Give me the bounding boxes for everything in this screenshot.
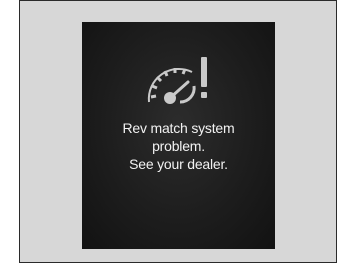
warning-message-line-3: See your dealer. (129, 156, 228, 172)
warning-message-line-1: Rev match system (122, 120, 235, 136)
warning-message-line-2: problem. (152, 138, 205, 154)
warning-message: Rev match system problem. See your deale… (82, 119, 275, 173)
rev-match-warning-icon (147, 57, 207, 104)
illustration-frame: Rev match system problem. See your deale… (19, 0, 337, 263)
warning-icon-area (82, 52, 275, 112)
instrument-display: Rev match system problem. See your deale… (82, 22, 275, 249)
